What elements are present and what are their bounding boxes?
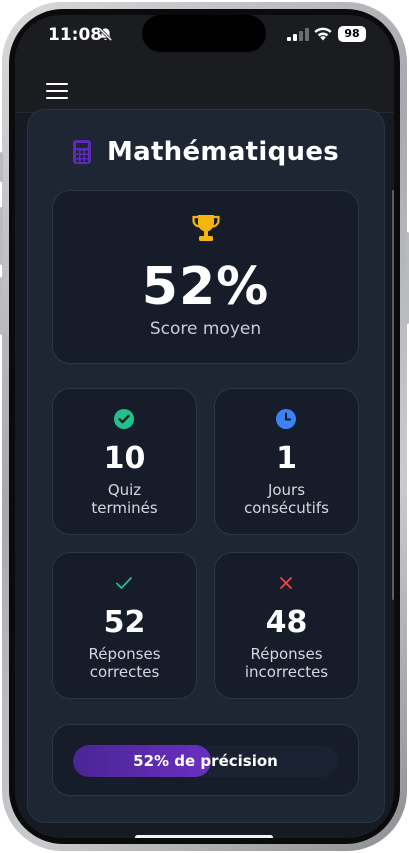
x-icon <box>280 577 292 589</box>
home-indicator[interactable] <box>135 835 273 838</box>
menu-icon[interactable] <box>46 83 68 99</box>
average-score-value: 52% <box>141 257 270 317</box>
stat-card-correct-answers: 52 Réponses correctes <box>52 552 197 699</box>
precision-card: 52% de précision <box>52 724 359 796</box>
subject-stats-panel: Mathématiques 52% Score moyen 10 Quiz te… <box>27 109 385 823</box>
stat-label-line: Quiz <box>107 481 142 499</box>
stat-label-line: Réponses <box>250 645 323 663</box>
stat-value: 1 <box>276 441 297 476</box>
check-icon <box>116 577 132 589</box>
scrollbar[interactable] <box>392 190 394 600</box>
stat-label-line: Réponses <box>88 645 161 663</box>
battery-indicator: 98 <box>338 26 366 42</box>
status-bar: 11:08 98 <box>15 15 394 57</box>
cellular-signal-icon <box>287 28 309 41</box>
stat-label: Jours consécutifs <box>215 481 358 517</box>
stat-label-line: consécutifs <box>244 499 329 517</box>
average-score-card: 52% Score moyen <box>52 190 359 364</box>
volume-down-button <box>0 277 3 335</box>
clock-icon <box>276 409 296 429</box>
subject-title: Mathématiques <box>106 137 340 167</box>
stat-card-quiz-completed: 10 Quiz terminés <box>52 388 197 535</box>
stat-label: Quiz terminés <box>53 481 196 517</box>
trophy-icon <box>192 215 220 241</box>
stat-label-line: correctes <box>89 663 160 681</box>
subject-header: Mathématiques <box>28 134 384 170</box>
status-time: 11:08 <box>48 25 103 45</box>
volume-up-button <box>0 207 3 265</box>
stat-card-streak-days: 1 Jours consécutifs <box>214 388 359 535</box>
precision-progress-bar: 52% de précision <box>73 745 338 777</box>
stat-label-line: incorrectes <box>244 663 329 681</box>
stat-label-line: Jours <box>267 481 306 499</box>
action-button <box>0 152 3 182</box>
stat-value: 48 <box>265 605 308 640</box>
app-header <box>15 57 394 113</box>
stat-card-incorrect-answers: 48 Réponses incorrectes <box>214 552 359 699</box>
average-score-label: Score moyen <box>149 319 262 339</box>
wifi-icon <box>314 27 332 41</box>
phone-screen: 11:08 98 Mathématiques 52% Score moyen 1… <box>15 15 394 838</box>
silent-bell-icon <box>98 27 113 42</box>
stat-label: Réponses incorrectes <box>215 645 358 681</box>
stat-value: 10 <box>103 441 146 476</box>
stat-label: Réponses correctes <box>53 645 196 681</box>
stat-value: 52 <box>103 605 146 640</box>
precision-label: 52% de précision <box>133 752 278 770</box>
dynamic-island <box>142 15 266 52</box>
calculator-icon <box>72 140 91 164</box>
check-circle-icon <box>114 409 134 429</box>
stat-label-line: terminés <box>91 499 158 517</box>
